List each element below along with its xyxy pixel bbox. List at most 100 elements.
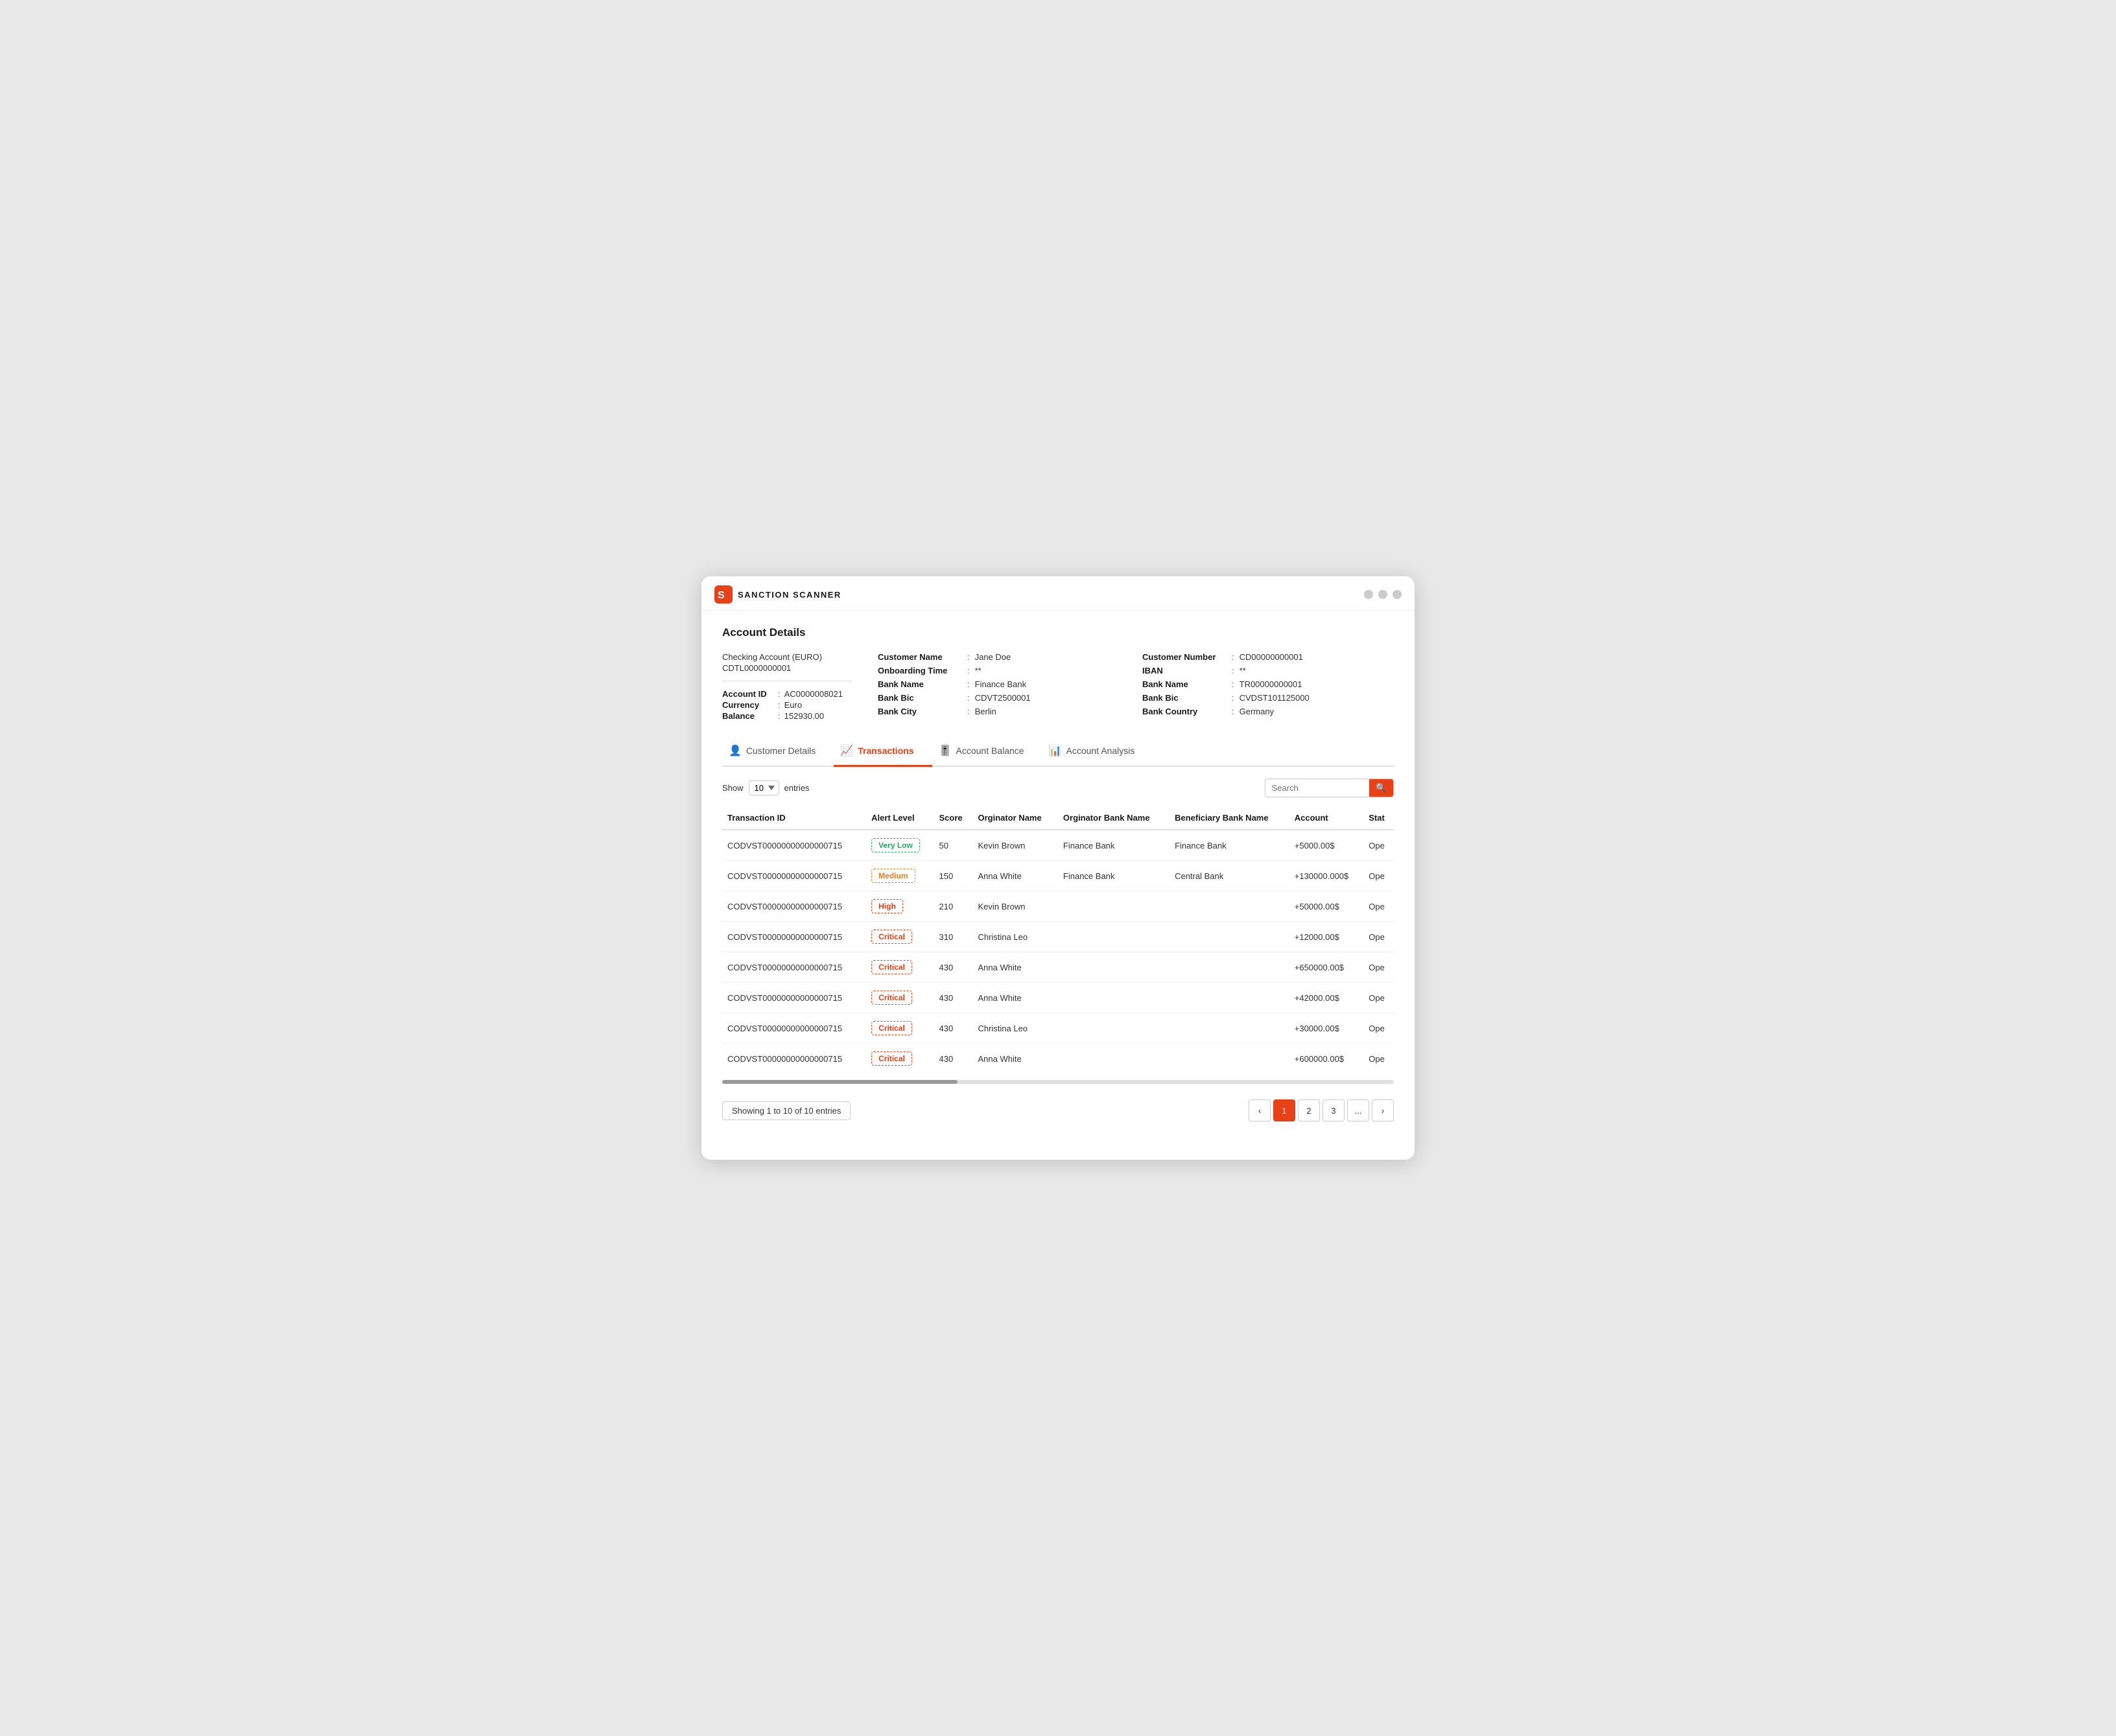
cell-beneficiary-bank [1170, 922, 1289, 952]
cell-transaction-id: CODVST00000000000000715 [722, 952, 866, 983]
tab-account-analysis[interactable]: 📊 Account Analysis [1042, 736, 1153, 767]
account-id-colon: : [778, 689, 781, 699]
cell-beneficiary-bank: Central Bank [1170, 861, 1289, 891]
page-next-btn[interactable]: › [1372, 1099, 1394, 1121]
tab-customer-details[interactable]: 👤 Customer Details [722, 736, 834, 767]
iban-row: IBAN : ** [1142, 666, 1394, 675]
page-2-btn[interactable]: 2 [1298, 1099, 1320, 1121]
account-primary: Checking Account (EURO) CDTL0000000001 A… [722, 652, 852, 721]
cell-originator-bank [1058, 1044, 1170, 1074]
cell-alert-level: Critical [866, 983, 934, 1013]
cell-score: 310 [934, 922, 972, 952]
col-alert-level: Alert Level [866, 806, 934, 830]
alert-badge[interactable]: High [871, 899, 903, 913]
transactions-table: Transaction ID Alert Level Score Orginat… [722, 806, 1394, 1073]
cell-account: +42000.00$ [1289, 983, 1363, 1013]
cell-transaction-id: CODVST00000000000000715 [722, 922, 866, 952]
tab-account-balance[interactable]: 🎚️ Account Balance [932, 736, 1042, 767]
account-fields: Account ID : AC0000008021 Currency : Eur… [722, 689, 852, 721]
entries-select[interactable]: 10 25 50 [749, 780, 779, 795]
logo-icon: S [714, 585, 733, 604]
win-btn-1 [1364, 590, 1373, 599]
alert-badge[interactable]: Critical [871, 1051, 912, 1066]
cell-alert-level: Very Low [866, 830, 934, 861]
alert-badge[interactable]: Very Low [871, 838, 920, 852]
cust-num-value: CD00000000001 [1240, 652, 1303, 662]
bank-name-value: Finance Bank [975, 679, 1027, 689]
cell-status: Ope [1363, 830, 1394, 861]
cell-score: 50 [934, 830, 972, 861]
page-3-btn[interactable]: 3 [1322, 1099, 1345, 1121]
transactions-icon: 📈 [840, 744, 853, 757]
cust-num-label: Customer Number [1142, 652, 1227, 662]
tab-account-analysis-label: Account Analysis [1066, 745, 1135, 756]
cell-status: Ope [1363, 922, 1394, 952]
cell-originator-bank [1058, 922, 1170, 952]
show-entries: Show 10 25 50 entries [722, 780, 810, 795]
search-button[interactable]: 🔍 [1369, 779, 1393, 797]
currency-label: Currency [722, 700, 774, 710]
cust-num-row: Customer Number : CD00000000001 [1142, 652, 1394, 662]
window-controls [1364, 590, 1402, 599]
search-box: 🔍 [1265, 779, 1394, 797]
cell-transaction-id: CODVST00000000000000715 [722, 830, 866, 861]
table-footer: Showing 1 to 10 of 10 entries ‹ 1 2 3 ..… [722, 1093, 1394, 1121]
col-score: Score [934, 806, 972, 830]
showing-text: Showing 1 to 10 of 10 entries [722, 1101, 851, 1120]
account-header: Checking Account (EURO) CDTL0000000001 A… [722, 652, 1394, 721]
scroll-indicator [722, 1080, 1394, 1084]
table-row: CODVST00000000000000715 Very Low 50 Kevi… [722, 830, 1394, 861]
alert-badge[interactable]: Critical [871, 991, 912, 1005]
alert-badge[interactable]: Critical [871, 930, 912, 944]
alert-badge[interactable]: Medium [871, 869, 915, 883]
cell-status: Ope [1363, 952, 1394, 983]
cell-score: 430 [934, 1013, 972, 1044]
cell-originator-name: Kevin Brown [972, 830, 1057, 861]
cell-originator-bank: Finance Bank [1058, 861, 1170, 891]
page-1-btn[interactable]: 1 [1273, 1099, 1295, 1121]
cell-originator-name: Christina Leo [972, 922, 1057, 952]
account-id-row: Account ID : AC0000008021 [722, 689, 852, 699]
cust-name-value: Jane Doe [975, 652, 1011, 662]
cell-beneficiary-bank [1170, 1044, 1289, 1074]
show-label: Show [722, 783, 744, 793]
tab-transactions[interactable]: 📈 Transactions [834, 736, 932, 767]
cell-originator-bank [1058, 983, 1170, 1013]
cell-beneficiary-bank [1170, 891, 1289, 922]
table-wrapper: Transaction ID Alert Level Score Orginat… [722, 806, 1394, 1073]
alert-badge[interactable]: Critical [871, 1021, 912, 1035]
table-row: CODVST00000000000000715 High 210 Kevin B… [722, 891, 1394, 922]
currency-colon: : [778, 700, 781, 710]
page-ellipsis-btn[interactable]: ... [1347, 1099, 1369, 1121]
bank-city-row: Bank City : Berlin [878, 707, 1129, 716]
col-originator-bank: Orginator Bank Name [1058, 806, 1170, 830]
cell-transaction-id: CODVST00000000000000715 [722, 861, 866, 891]
search-input[interactable] [1265, 780, 1369, 796]
cell-originator-bank [1058, 1013, 1170, 1044]
cell-originator-bank: Finance Bank [1058, 830, 1170, 861]
cell-score: 150 [934, 861, 972, 891]
cell-alert-level: Critical [866, 1013, 934, 1044]
bank-name-label: Bank Name [878, 679, 962, 689]
r-bank-name-row: Bank Name : TR00000000001 [1142, 679, 1394, 689]
titlebar: S SANCTION SCANNER [701, 576, 1415, 611]
bank-bic-value: CDVT2500001 [975, 693, 1031, 703]
account-balance-icon: 🎚️ [939, 744, 952, 757]
cell-transaction-id: CODVST00000000000000715 [722, 1044, 866, 1074]
table-row: CODVST00000000000000715 Critical 310 Chr… [722, 922, 1394, 952]
cell-status: Ope [1363, 891, 1394, 922]
cell-originator-bank [1058, 891, 1170, 922]
cust-name-row: Customer Name : Jane Doe [878, 652, 1129, 662]
page-prev-btn[interactable]: ‹ [1249, 1099, 1271, 1121]
cell-originator-name: Christina Leo [972, 1013, 1057, 1044]
cell-score: 210 [934, 891, 972, 922]
onboarding-label: Onboarding Time [878, 666, 962, 675]
alert-badge[interactable]: Critical [871, 960, 912, 974]
iban-value: ** [1240, 666, 1246, 675]
table-controls: Show 10 25 50 entries 🔍 [722, 779, 1394, 797]
onboarding-value: ** [975, 666, 982, 675]
cell-status: Ope [1363, 1044, 1394, 1074]
account-analysis-icon: 📊 [1049, 744, 1062, 757]
bank-bic-row: Bank Bic : CDVT2500001 [878, 693, 1129, 703]
cell-transaction-id: CODVST00000000000000715 [722, 891, 866, 922]
